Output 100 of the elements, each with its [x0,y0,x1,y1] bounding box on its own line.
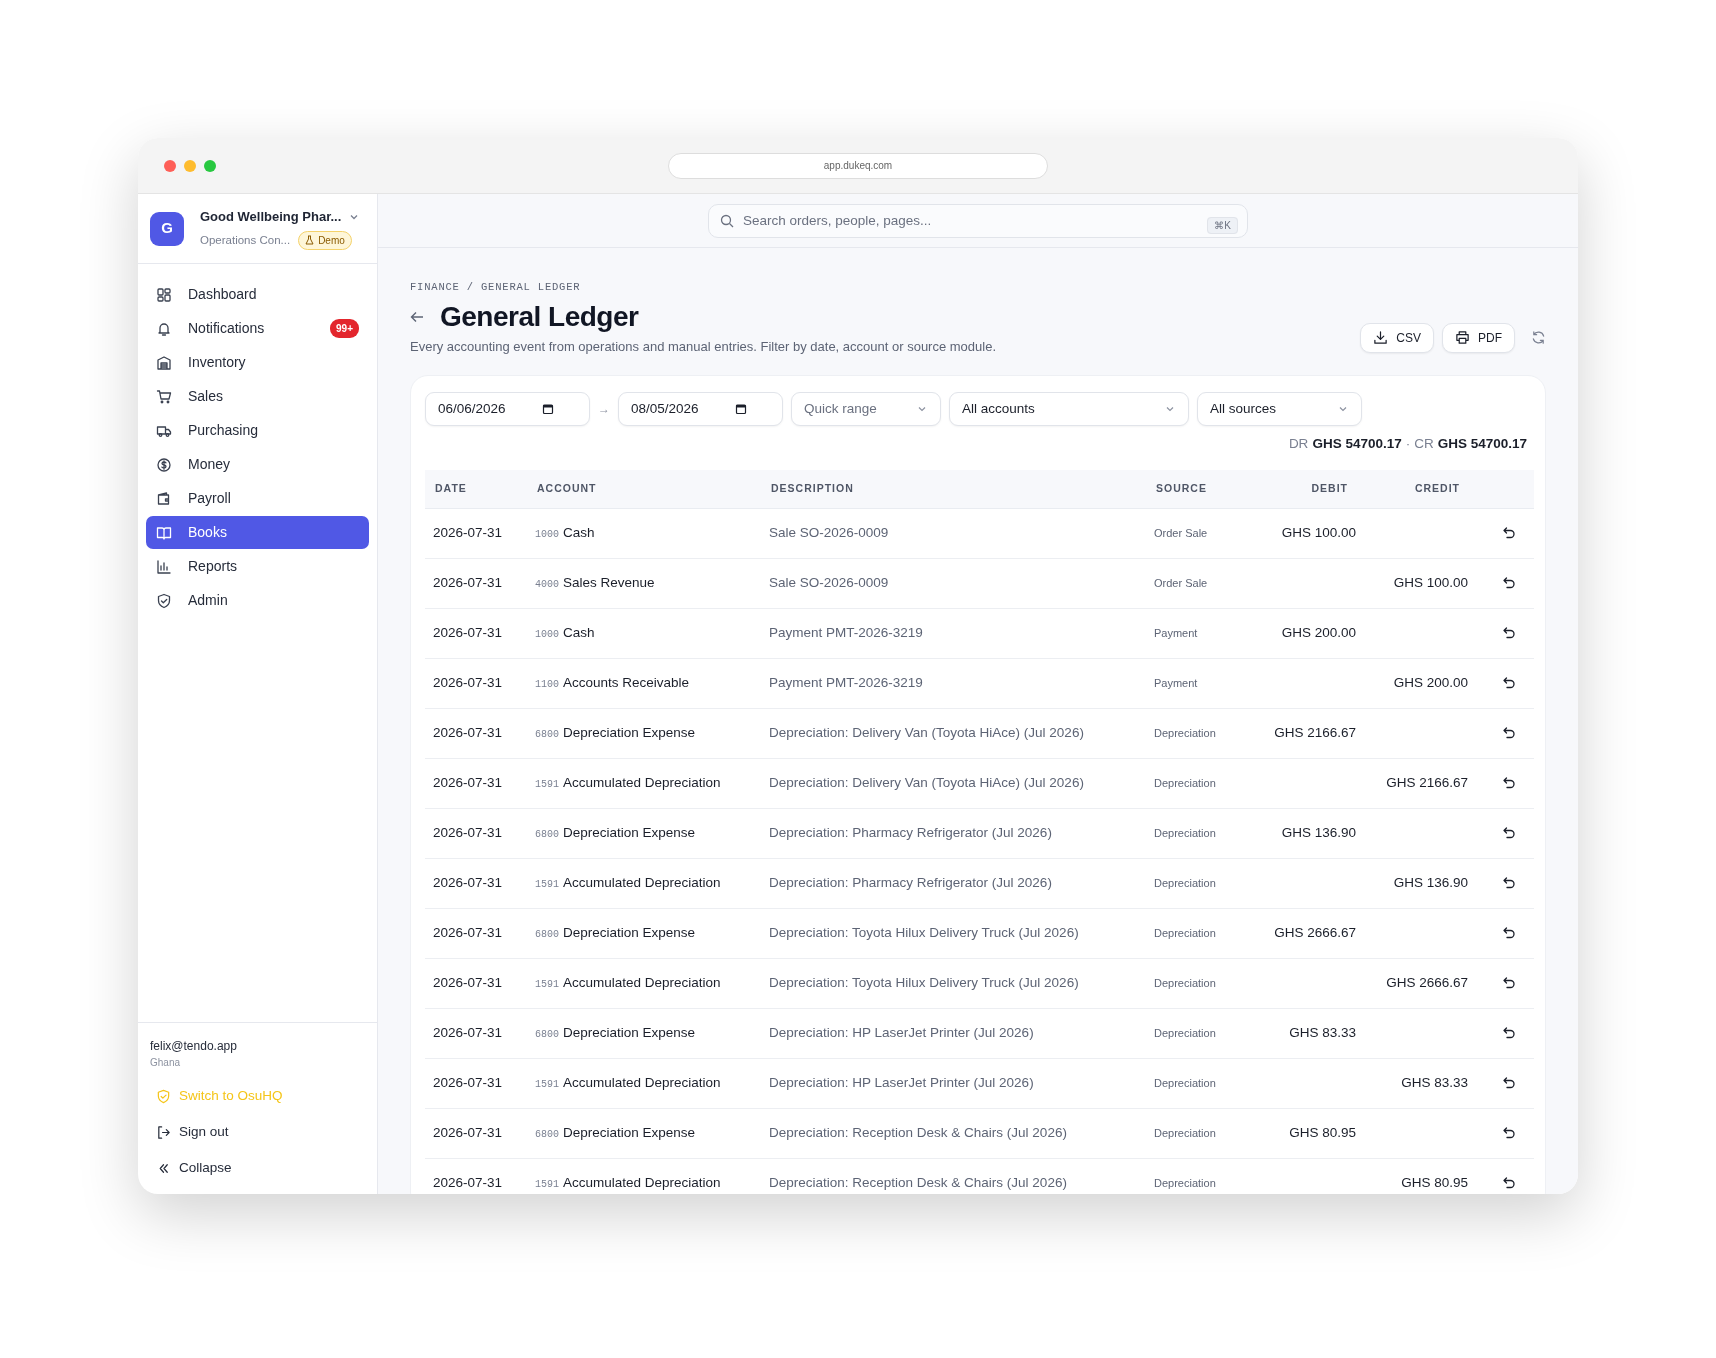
table-cell: GHS 100.00 [1257,508,1364,559]
table-cell: 2026-07-31 [425,608,527,659]
table-cell: 6800 Depreciation Expense [527,1108,761,1159]
credit-total: GHS 54700.17 [1437,434,1527,453]
calendar-icon[interactable] [735,402,747,415]
table-cell: Depreciation: Toyota Hilux Delivery Truck (Jul 2026) [761,908,1146,959]
table-cell: 2026-07-31 [425,908,527,959]
printer-icon [1455,330,1470,346]
table-cell: Depreciation: Toyota Hilux Delivery Truck (Jul 2026) [761,958,1146,1009]
user-email: felix@tendo.app [150,1038,238,1055]
table-cell: GHS 2666.67 [1257,908,1364,959]
table-cell: GHS 83.33 [1257,1008,1364,1059]
pdf-button[interactable]: PDF [1442,322,1515,353]
table-cell: 1000 Cash [527,508,761,559]
sign-out-link[interactable]: Sign out [150,1114,365,1150]
undo-icon[interactable] [1502,1126,1516,1141]
shield-check-icon [156,1088,171,1104]
table-cell: Depreciation [1146,1058,1257,1109]
csv-button[interactable]: CSV [1360,322,1434,353]
table-cell: Depreciation: Reception Desk & Chairs (Jul 2026) [761,1108,1146,1159]
table-cell: 2026-07-31 [425,758,527,809]
table-cell: Depreciation [1146,908,1257,959]
nav-item[interactable]: Dashboard [146,278,369,311]
chevron-down-icon[interactable] [349,212,360,222]
minimize-dot[interactable] [184,159,196,172]
org-name[interactable]: Good Wellbeing Phar... [200,207,342,227]
table-cell: 4000 Sales Revenue [527,558,761,609]
table-cell: 1000 Cash [527,608,761,659]
select-dropdown[interactable]: Quick range [791,391,941,426]
range-arrow: → [598,400,610,418]
wallet-icon [156,490,172,507]
nav-item[interactable]: Payroll [146,482,369,515]
bell-icon [156,320,172,337]
maximize-dot[interactable] [204,159,216,172]
nav-item[interactable]: Books [146,516,369,549]
nav-item[interactable]: Reports [146,550,369,583]
table-cell: 2026-07-31 [425,508,527,559]
table-cell: Payment PMT-2026-3219 [761,658,1146,709]
table-cell: GHS 2166.67 [1257,708,1364,759]
undo-icon[interactable] [1502,576,1516,591]
cart-icon [156,388,172,405]
separator-dot: · [1405,434,1411,453]
table-cell: 2026-07-31 [425,1108,527,1159]
undo-icon[interactable] [1502,676,1516,691]
refresh-icon[interactable] [1531,330,1546,346]
table-cell: Depreciation [1146,858,1257,909]
nav-item[interactable]: Sales [146,380,369,413]
undo-icon[interactable] [1502,976,1516,991]
undo-icon[interactable] [1502,876,1516,891]
column-header: DEBIT [1257,470,1364,509]
date-field[interactable]: 06/06/2026 [425,391,590,426]
collapse-toggle[interactable]: Collapse [150,1150,365,1186]
sign-out-icon [156,1124,171,1140]
undo-icon[interactable] [1502,626,1516,641]
close-dot[interactable] [164,159,176,172]
undo-icon[interactable] [1502,926,1516,941]
table-cell: Depreciation: Delivery Van (Toyota HiAce) (Jul 2026) [761,708,1146,759]
search-icon [720,213,734,228]
undo-icon[interactable] [1502,826,1516,841]
undo-icon[interactable] [1502,1076,1516,1091]
column-header: CREDIT [1364,470,1484,509]
undo-icon[interactable] [1502,1176,1516,1191]
table-cell: 2026-07-31 [425,858,527,909]
nav-item[interactable]: Inventory [146,346,369,379]
dollar-coin-icon [156,456,172,473]
undo-icon[interactable] [1502,776,1516,791]
table-cell: Sale SO-2026-0009 [761,558,1146,609]
table-cell: Depreciation: Pharmacy Refrigerator (Jul 2026) [761,858,1146,909]
select-dropdown[interactable]: All accounts [949,391,1189,426]
table-cell: 2026-07-31 [425,958,527,1009]
address-bar[interactable]: app.dukeq.com [668,152,1048,179]
table-cell: 1591 Accumulated Depreciation [527,858,761,909]
back-arrow-icon[interactable] [410,310,424,323]
table-cell: Depreciation [1146,1008,1257,1059]
undo-icon[interactable] [1502,726,1516,741]
breadcrumb: FINANCE / GENERAL LEDGER [410,280,582,295]
column-header: DESCRIPTION [761,470,1146,509]
table-cell: 2026-07-31 [425,708,527,759]
credit-total-label: CR [1414,434,1434,453]
undo-icon[interactable] [1502,526,1516,541]
date-field[interactable]: 08/05/2026 [618,391,783,426]
table-cell: 1100 Accounts Receivable [527,658,761,709]
table-cell: 6800 Depreciation Expense [527,808,761,859]
table-cell: Sale SO-2026-0009 [761,508,1146,559]
calendar-icon[interactable] [542,402,554,415]
nav-item[interactable]: Admin [146,584,369,617]
book-icon [156,524,172,541]
table-cell: GHS 2166.67 [1364,758,1484,809]
nav-item[interactable]: Notifications 99+ [146,312,369,345]
undo-icon[interactable] [1502,1026,1516,1041]
table-cell: 1591 Accumulated Depreciation [527,1158,761,1194]
debit-total-label: DR [1288,434,1309,453]
user-country: Ghana [150,1056,182,1070]
org-subtitle: Operations Con... [200,232,291,248]
nav-item[interactable]: Money [146,448,369,481]
table-cell: GHS 200.00 [1364,658,1484,709]
page-description: Every accounting event from operations and manual entries. Filter by date, account or source module. [410,338,997,357]
select-dropdown[interactable]: All sources [1197,391,1362,426]
table-cell: GHS 200.00 [1257,608,1364,659]
nav-item[interactable]: Purchasing [146,414,369,447]
